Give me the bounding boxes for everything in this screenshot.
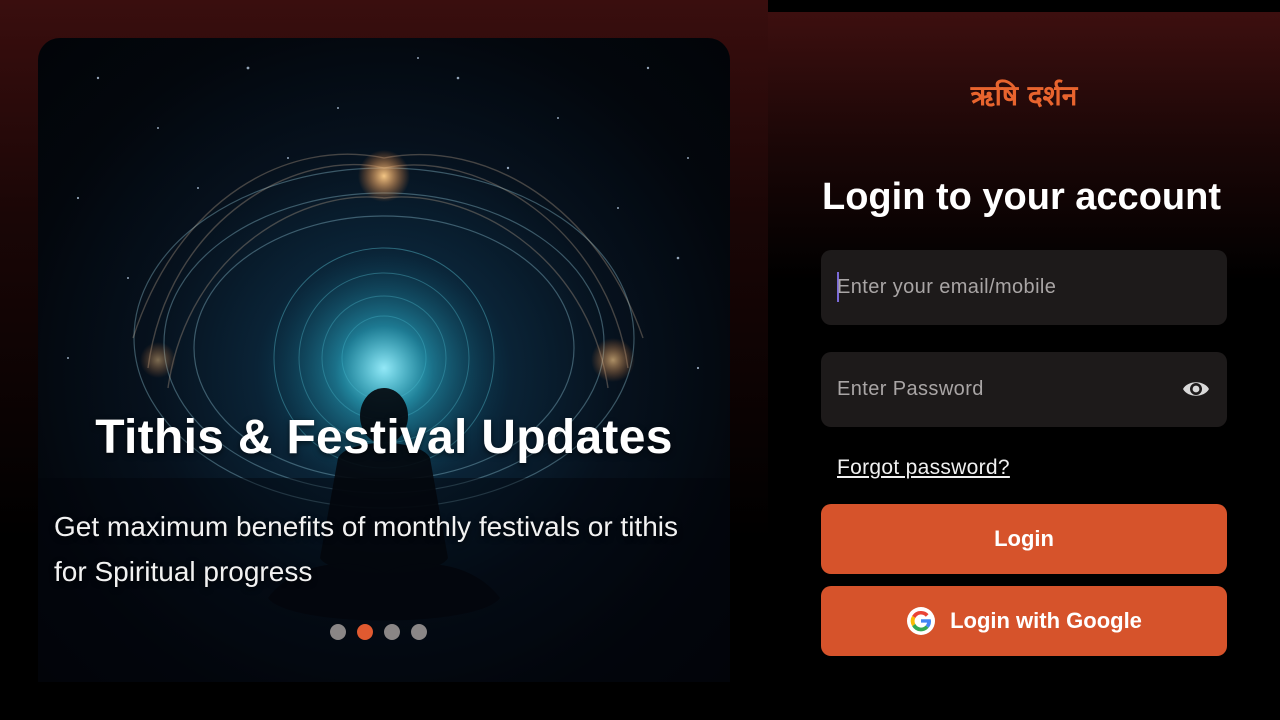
slide-title: Tithis & Festival Updates [95, 411, 673, 464]
login-button[interactable]: Login [821, 504, 1227, 574]
password-field-container[interactable] [821, 352, 1227, 427]
brand-logo: ऋषि दर्शन [970, 79, 1078, 112]
login-form: ऋषि दर्शन Login to your account Forgot p… [768, 12, 1280, 720]
email-field-container[interactable] [821, 250, 1227, 325]
eye-icon[interactable] [1181, 376, 1211, 402]
login-panel: ऋषि दर्शन Login to your account Forgot p… [768, 0, 1280, 720]
carousel-dot-active[interactable] [357, 624, 373, 640]
carousel-panel: Tithis & Festival Updates Get maximum be… [0, 0, 768, 720]
slide-description: Get maximum benefits of monthly festival… [54, 511, 678, 587]
email-input[interactable] [837, 250, 1167, 325]
login-button-label: Login [994, 526, 1054, 551]
carousel-pagination [330, 624, 427, 640]
carousel-slide[interactable]: Tithis & Festival Updates Get maximum be… [38, 38, 730, 682]
page-title: Login to your account [822, 176, 1221, 218]
password-input[interactable] [837, 352, 1167, 427]
carousel-dot[interactable] [384, 624, 400, 640]
google-login-button[interactable]: Login with Google [821, 586, 1227, 656]
forgot-password-link[interactable]: Forgot password? [837, 456, 1010, 480]
carousel-dot[interactable] [330, 624, 346, 640]
login-screen: Tithis & Festival Updates Get maximum be… [0, 0, 1280, 720]
carousel-dot[interactable] [411, 624, 427, 640]
google-button-label: Login with Google [950, 608, 1142, 633]
google-icon [907, 607, 936, 635]
